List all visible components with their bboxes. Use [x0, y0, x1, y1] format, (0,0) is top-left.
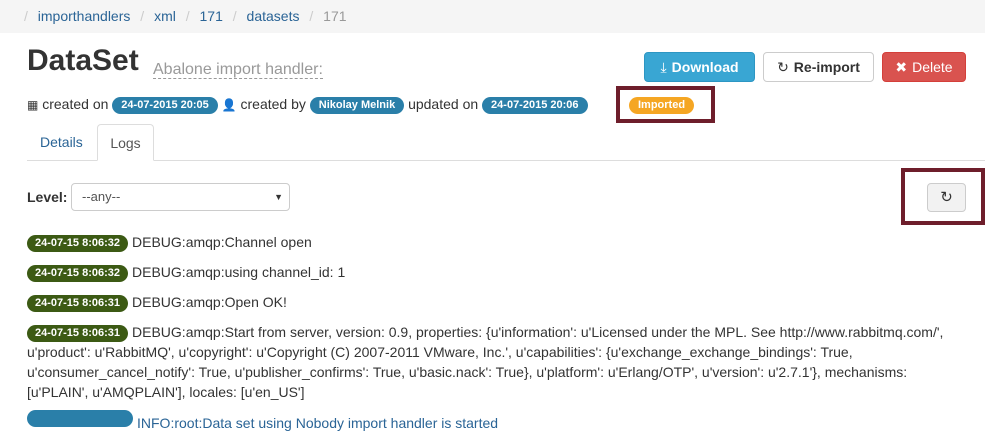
level-select-value: --any--: [82, 189, 121, 204]
refresh-icon: ↻: [940, 189, 953, 206]
created-by-label: created by: [240, 96, 306, 112]
dataset-meta: ▦ created on 24-07-2015 20:05 👤 created …: [27, 94, 588, 115]
log-entry: INFO:root:Data set using Nobody import h…: [27, 410, 962, 433]
breadcrumb-171[interactable]: 171: [200, 8, 223, 24]
log-timestamp: 24-07-15 8:06:31: [27, 325, 129, 342]
log-entry: 24-07-15 8:06:31 DEBUG:amqp:Start from se…: [27, 322, 962, 402]
log-message: DEBUG:amqp:Open OK!: [132, 294, 287, 310]
download-label: Download: [671, 59, 739, 75]
tabs: Details Logs: [27, 124, 985, 161]
breadcrumb-separator: /: [24, 8, 28, 24]
page-subtitle[interactable]: Abalone import handler:: [153, 61, 323, 79]
created-on-badge: 24-07-2015 20:05: [112, 97, 218, 114]
log-message: INFO:root:Data set using Nobody import h…: [137, 415, 499, 431]
chevron-down-icon: ▼: [274, 192, 283, 202]
page-title: DataSet: [27, 44, 139, 77]
breadcrumb-separator: /: [232, 8, 237, 24]
breadcrumb: / importhandlers / xml / 171 / datasets …: [0, 0, 985, 33]
log-message: DEBUG:amqp:Start from server, version: 0…: [27, 324, 944, 400]
log-timestamp: 24-07-15 8:06:32: [27, 235, 129, 252]
calendar-icon: ▦: [27, 98, 39, 112]
breadcrumb-current: 171: [323, 8, 347, 24]
download-icon: ⤓: [660, 59, 667, 75]
delete-label: Delete: [912, 59, 953, 75]
delete-button[interactable]: ✖ Delete: [882, 52, 966, 82]
breadcrumb-xml[interactable]: xml: [154, 8, 176, 24]
tab-logs[interactable]: Logs: [97, 124, 154, 161]
breadcrumb-importhandlers[interactable]: importhandlers: [38, 8, 131, 24]
log-entry: 24-07-15 8:06:31 DEBUG:amqp:Open OK!: [27, 292, 962, 312]
breadcrumb-datasets[interactable]: datasets: [247, 8, 300, 24]
created-by-badge: Nikolay Melnik: [309, 97, 405, 114]
breadcrumb-separator: /: [140, 8, 145, 24]
reimport-label: Re-import: [793, 59, 860, 75]
breadcrumb-separator: /: [309, 8, 314, 24]
log-timestamp: 24-07-15 8:06:32: [27, 265, 129, 282]
level-label: Level:: [27, 189, 68, 205]
refresh-icon: ↻: [777, 59, 789, 75]
tab-details[interactable]: Details: [27, 124, 96, 160]
updated-on-label: updated on: [408, 96, 479, 112]
log-timestamp: 24-07-15 8:06:31: [27, 295, 129, 312]
log-timestamp: [27, 410, 133, 427]
close-icon: ✖: [895, 59, 908, 75]
reimport-button[interactable]: ↻ Re-import: [763, 52, 874, 82]
level-select[interactable]: --any-- ▼: [71, 183, 290, 211]
breadcrumb-separator: /: [185, 8, 190, 24]
download-button[interactable]: ⤓ Download: [644, 52, 755, 82]
updated-on-badge: 24-07-2015 20:06: [482, 97, 588, 114]
log-message: DEBUG:amqp:Channel open: [132, 234, 312, 250]
created-on-label: created on: [42, 96, 109, 112]
refresh-logs-button[interactable]: ↻: [927, 183, 966, 212]
user-icon: 👤: [221, 98, 237, 112]
log-entry: 24-07-15 8:06:32 DEBUG:amqp:Channel open: [27, 232, 962, 252]
log-message: DEBUG:amqp:using channel_id: 1: [132, 264, 346, 280]
status-badge: Imported: [629, 97, 695, 114]
log-entry: 24-07-15 8:06:32 DEBUG:amqp:using channel…: [27, 262, 962, 282]
